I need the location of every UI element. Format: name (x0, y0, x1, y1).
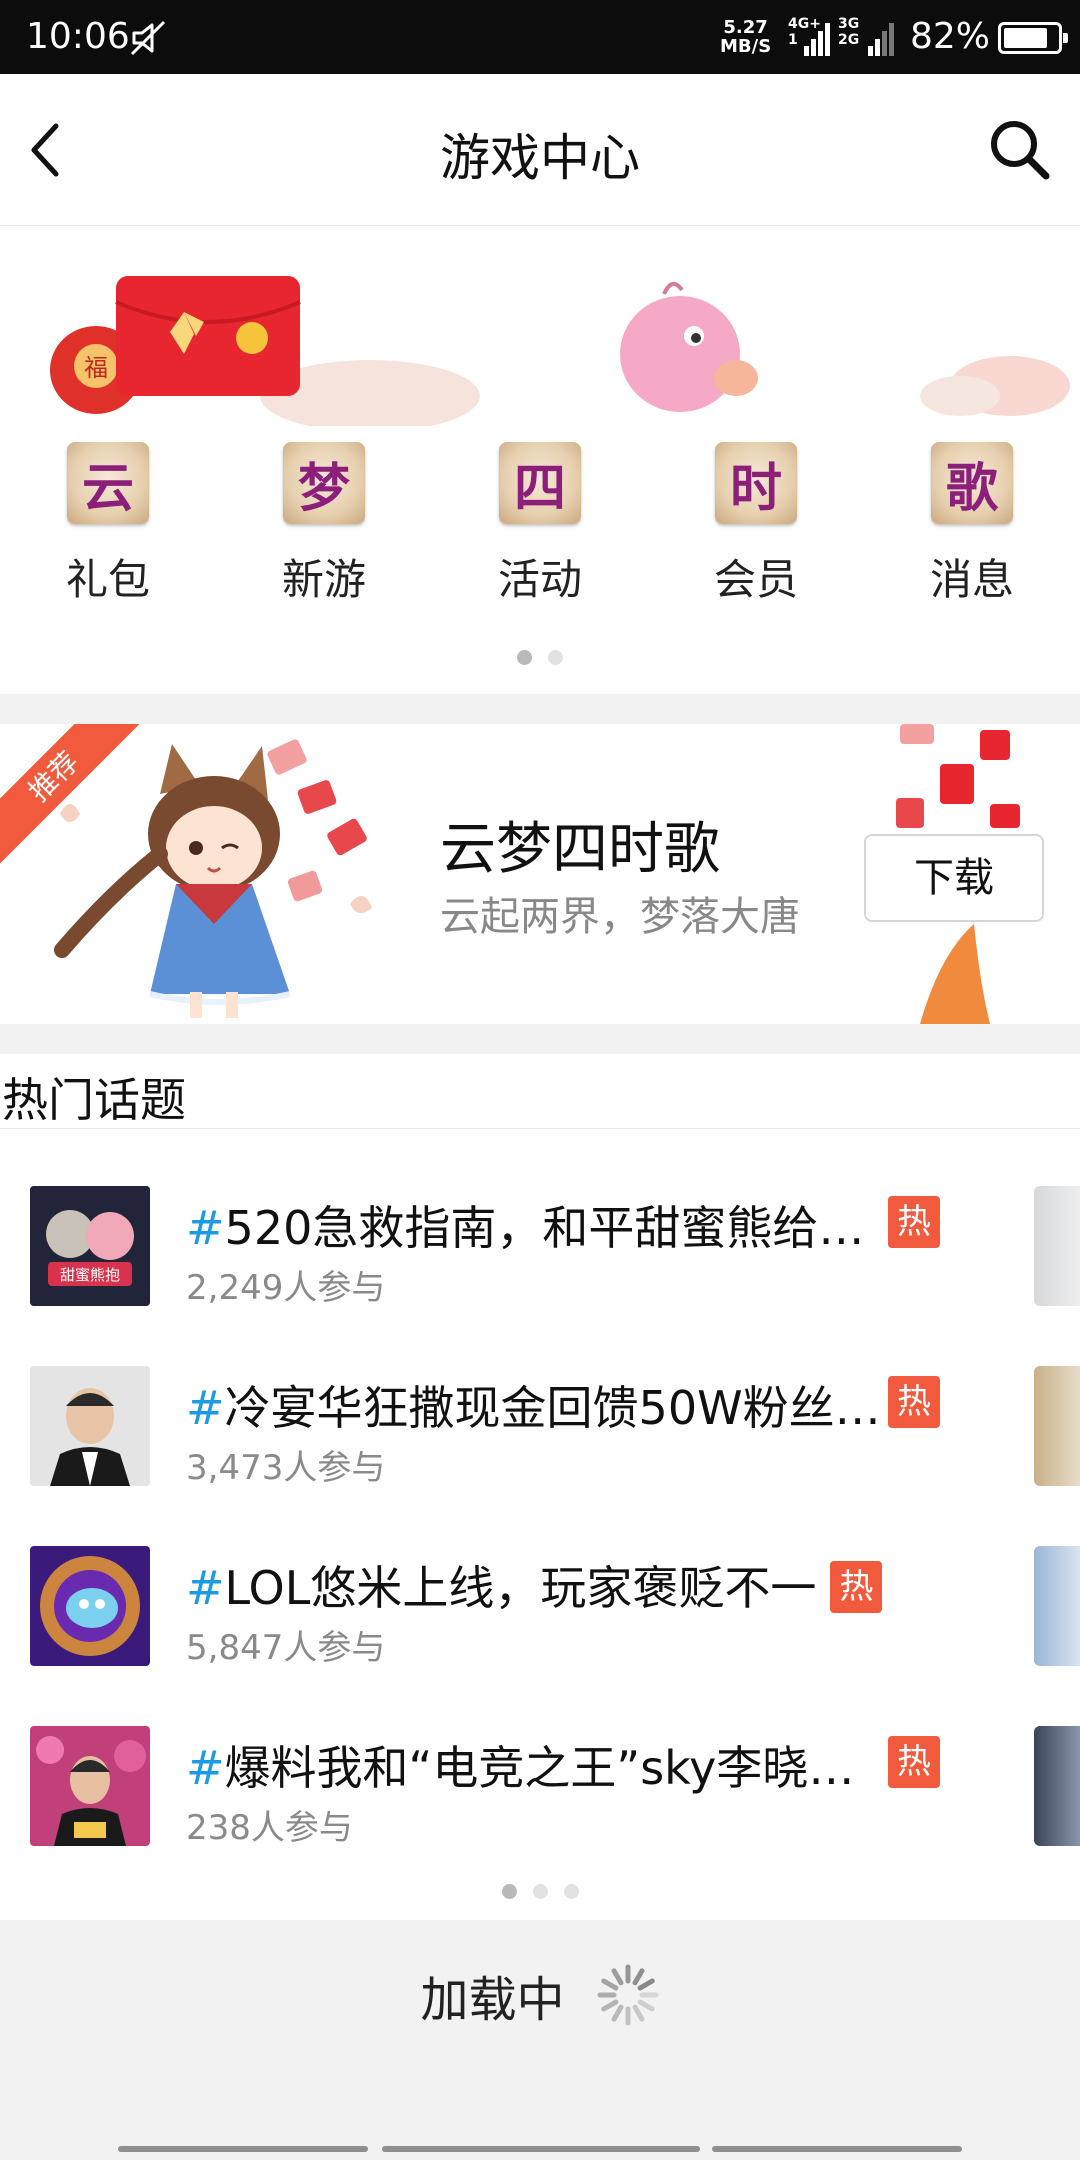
loading-indicator: 加载中 (0, 1960, 1080, 2030)
page-dot (532, 1884, 548, 1899)
thumb-caption: 甜蜜熊抱 (60, 1266, 120, 1284)
battery-icon (998, 22, 1068, 54)
status-time: 10:06 (26, 16, 130, 57)
signal-icon (804, 23, 830, 56)
svg-text:福: 福 (84, 354, 108, 382)
grid-item-messages[interactable]: 歌 消息 (864, 442, 1080, 607)
hot-badge: 热 (888, 1376, 940, 1428)
participant-count: 3,473人参与 (186, 1448, 386, 1488)
new-games-icon: 梦 (283, 442, 365, 524)
hot-badge: 热 (888, 1196, 940, 1248)
topic-title: #爆料我和“电竞之王”sky李晓… (186, 1741, 855, 1795)
recommended-game-card[interactable]: 推荐 云梦四时歌 云起两界，梦落大唐 下载 (0, 724, 1080, 1024)
hot-topics-section: 热门话题 甜蜜熊抱 #520急救指南，和平甜蜜熊给… 热 2,249人参与 #冷… (0, 1054, 1080, 1920)
events-icon: 四 (499, 442, 581, 524)
grid-item-label: 活动 (497, 555, 582, 604)
next-page-preview (1034, 1546, 1080, 1666)
participant-count: 5,847人参与 (186, 1628, 386, 1668)
decorative-banner: 福 (50, 276, 1070, 426)
network-type-b: 3G 2G (838, 16, 860, 48)
topic-thumbnail (30, 1726, 150, 1846)
grid-item-new-games[interactable]: 梦 新游 (216, 442, 432, 607)
topics-page-indicator (0, 1884, 1080, 1899)
grid-page-indicator (0, 650, 1080, 665)
hot-badge: 热 (830, 1561, 883, 1613)
signal-icon-2 (868, 23, 894, 56)
search-icon[interactable] (984, 114, 1054, 184)
loading-text: 加载中 (420, 1972, 565, 2028)
topic-title: #冷宴华狂撒现金回馈50W粉丝… (186, 1381, 881, 1435)
grid-item-events[interactable]: 四 活动 (432, 442, 648, 607)
page-dot (548, 650, 563, 665)
scroll-bar-segment (382, 2146, 700, 2152)
topic-title: #520急救指南，和平甜蜜熊给… (186, 1201, 865, 1255)
spinner-icon (597, 1964, 659, 2026)
topic-thumbnail: 甜蜜熊抱 (30, 1186, 150, 1306)
mute-icon (130, 20, 166, 56)
grid-item-membership[interactable]: 时 会员 (648, 442, 864, 607)
next-page-preview (1034, 1366, 1080, 1486)
scroll-bar-segment (712, 2146, 962, 2152)
membership-icon: 时 (715, 442, 797, 524)
nav-bar: 游戏中心 (0, 74, 1080, 226)
grid-item-label: 礼包 (65, 555, 150, 604)
game-description: 云起两界，梦落大唐 (440, 894, 800, 940)
messages-icon: 歌 (931, 442, 1013, 524)
shortcut-panel: 福 云 礼包 梦 新游 四 活动 时 会员 歌 消息 (0, 226, 1080, 694)
network-speed: 5.27 MB/S (720, 17, 772, 57)
page-dot (563, 1884, 579, 1899)
page-dot (501, 1884, 517, 1899)
participant-count: 2,249人参与 (186, 1268, 386, 1308)
section-title: 热门话题 (2, 1073, 186, 1127)
topic-item[interactable]: #冷宴华狂撒现金回馈50W粉丝… 热 3,473人参与 (0, 1366, 1080, 1488)
page-dot (517, 650, 532, 665)
gift-icon: 云 (67, 442, 149, 524)
topic-thumbnail (30, 1366, 150, 1486)
next-page-preview (1034, 1726, 1080, 1846)
grid-item-gift[interactable]: 云 礼包 (0, 442, 216, 607)
scroll-bar-segment (118, 2146, 368, 2152)
topic-title: #LOL悠米上线，玩家褒贬不一热 (186, 1552, 883, 1618)
topic-item[interactable]: #爆料我和“电竞之王”sky李晓… 热 238人参与 (0, 1726, 1080, 1848)
status-bar: 10:06 5.27 MB/S 4G+ 1 3G 2G 82% (0, 0, 1080, 74)
grid-item-label: 会员 (713, 555, 798, 604)
participant-count: 238人参与 (186, 1808, 353, 1848)
next-page-preview (1034, 1186, 1080, 1306)
download-button[interactable]: 下载 (864, 834, 1044, 922)
battery-percent: 82% (910, 16, 991, 57)
topic-item[interactable]: #LOL悠米上线，玩家褒贬不一热 5,847人参与 (0, 1546, 1080, 1668)
divider (0, 1128, 1080, 1129)
grid-item-label: 消息 (929, 555, 1014, 604)
game-name: 云梦四时歌 (440, 817, 720, 882)
page-title: 游戏中心 (440, 129, 640, 187)
topic-thumbnail (30, 1546, 150, 1666)
topic-item[interactable]: 甜蜜熊抱 #520急救指南，和平甜蜜熊给… 热 2,249人参与 (0, 1186, 1080, 1308)
hot-badge: 热 (888, 1736, 940, 1788)
grid-item-label: 新游 (281, 555, 366, 604)
bottom-scroll-bars (0, 2146, 1080, 2152)
